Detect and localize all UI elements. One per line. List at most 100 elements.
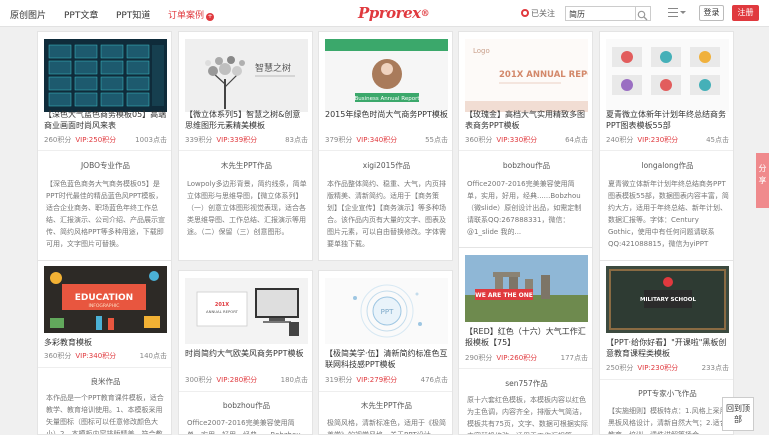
search-button[interactable] [636,6,651,21]
template-card[interactable]: 智慧之树 【微立体系列5】智慧之树&创意思维图形元素精美模板 339积分 VIP:… [178,31,313,261]
template-card[interactable]: WE ARE THE ONE 【RED】红色（十六）大气工作汇报模板【75】 2… [458,247,593,435]
card-meta: 360积分 VIP:340积分 140点击 [44,351,167,361]
card-thumbnail[interactable]: EDUCATION INFOGRAPHIC [44,266,167,333]
new-badge-icon: + [206,13,215,21]
divider [319,150,452,151]
card-author[interactable]: longalong作品 [600,160,733,171]
card-author[interactable]: bobzhou作品 [179,400,312,411]
divider [459,150,592,151]
card-description: 本作品是一个PPT教育课件模板，适合教学、教育培训使用。1、本模板采用矢量图标（… [46,394,164,435]
card-meta: 260积分 VIP:250积分 1003点击 [44,135,167,145]
nav-order-cases[interactable]: 订单案例 + [168,8,215,21]
card-description: 【实施细则】模板特点：1.风格上采用黑板风格设计，清新自然大气；2.适合教育、培… [608,407,727,435]
card-description: 极简风格，清新标准色，适用于《极简美学》的视觉风格，关于PPT设计... [327,419,446,435]
chevron-down-icon[interactable] [680,11,686,14]
card-title[interactable]: 【深色大气蓝色商务模板05】高端商业画面时尚风来表 [44,109,167,132]
card-meta: 319积分 VIP:279积分 476点击 [325,375,448,385]
back-to-top-button[interactable]: 回到顶部 [722,397,754,431]
card-thumbnail[interactable]: PPT [325,278,448,344]
divider [179,150,312,151]
card-price: 240积分 [606,136,634,144]
template-card[interactable]: 201X ANNUAL REPORT 时尚简约大气欧美风商务PPT模板 300积… [178,270,313,435]
card-price: 290积分 [465,354,493,362]
template-card[interactable]: 【深色大气蓝色商务模板05】高端商业画面时尚风来表 260积分 VIP:250积分… [37,31,172,261]
list-menu-icon[interactable] [668,8,678,17]
card-thumbnail[interactable]: Logo 201X ANNUAL REPORT [465,39,588,112]
divider [600,150,733,151]
card-author[interactable]: 木先生PPT作品 [319,400,452,411]
card-thumbnail[interactable]: WE ARE THE ONE [465,255,588,322]
card-click-count: 55点击 [425,136,448,144]
card-description: 本作品整体简约、稳重、大气，内页排版精美、清新简约。适用于【商务策划】【企业宣传… [327,180,446,248]
card-title[interactable]: 时尚简约大气欧美风商务PPT模板 [185,348,308,371]
card-author[interactable]: bobzhou作品 [459,160,592,171]
card-thumbnail[interactable]: Business Annual Report [325,39,448,112]
card-meta: 290积分 VIP:260积分 177点击 [465,353,588,363]
card-title[interactable]: 【玫瑰金】高档大气实用精致多图表商务PPT模板 [465,109,588,132]
divider [459,368,592,369]
card-thumbnail[interactable]: MILITARY SCHOOL [606,266,729,333]
card-title[interactable]: 【PPT·给你好看】"开课啦"黑板创意教育课程类模板 [606,337,729,360]
card-click-count: 1003点击 [135,136,167,144]
card-author[interactable]: sen757作品 [459,378,592,389]
nav-original-images[interactable]: 原创图片 [10,8,46,21]
card-author[interactable]: xigi2015作品 [319,160,452,171]
login-button[interactable]: 登录 [699,5,724,21]
divider [600,379,733,380]
search-input[interactable]: 简历 [565,6,636,21]
share-tab[interactable]: 分享 [756,153,769,208]
card-price: 319积分 [325,376,353,384]
card-author[interactable]: 木先生PPT作品 [179,160,312,171]
card-thumbnail[interactable] [606,39,729,112]
register-button[interactable]: 注册 [732,5,759,21]
svg-text:EDUCATION: EDUCATION [75,293,133,303]
card-thumbnail[interactable] [44,39,167,112]
card-thumbnail[interactable]: 201X ANNUAL REPORT [185,278,308,344]
card-click-count: 140点击 [139,352,167,360]
svg-text:201X: 201X [215,302,229,308]
svg-text:201X ANNUAL REPORT: 201X ANNUAL REPORT [499,70,588,80]
card-thumbnail[interactable]: 智慧之树 [185,39,308,112]
card-author[interactable]: JOBO专业作品 [38,160,171,171]
divider [38,150,171,151]
svg-text:MILITARY SCHOOL: MILITARY SCHOOL [640,297,696,303]
card-click-count: 177点击 [560,354,588,362]
card-title[interactable]: 【RED】红色（十六）大气工作汇报模板【75】 [465,326,588,349]
template-card[interactable]: PPT 【极简美学·伍】清新简约标准色互联网科技感PPT模板 319积分 VIP:… [318,270,453,435]
card-title[interactable]: 【微立体系列5】智慧之树&创意思维图形元素精美模板 [185,109,308,132]
card-price: 360积分 [44,352,72,360]
card-author[interactable]: PPT专家小飞作品 [600,388,733,399]
weibo-icon [521,9,529,17]
card-vip-price: VIP:340积分 [75,352,117,360]
card-title[interactable]: 多彩教育模板 [44,337,167,349]
divider [179,391,312,392]
card-title[interactable]: 2015年绿色时尚大气商务PPT模板 [325,109,448,132]
svg-text:Business Annual Report: Business Annual Report [354,96,420,102]
template-card[interactable]: 夏青微立体新年计划年终总结商务PPT图表模板55部 240积分 VIP:230积分… [599,31,734,261]
site-logo[interactable]: Pprorex® [358,4,430,22]
nav-ppt-articles[interactable]: PPT文章 [64,8,98,21]
card-description: Lowpoly多边形背景，简约线条，简单立体图形与思维导图，【微立体系列】（一）… [187,180,307,236]
card-meta: 250积分 VIP:230积分 233点击 [606,363,729,373]
card-price: 300积分 [185,376,213,384]
svg-text:ANNUAL REPORT: ANNUAL REPORT [206,309,239,314]
card-price: 360积分 [465,136,493,144]
card-vip-price: VIP:339积分 [216,136,258,144]
template-card[interactable]: Business Annual Report 2015年绿色时尚大气商务PPT模… [318,31,453,261]
card-click-count: 233点击 [701,364,729,372]
template-card[interactable]: MILITARY SCHOOL 【PPT·给你好看】"开课啦"黑板创意教育课程类… [599,261,734,435]
card-description: 原十六套红色模板，本模板内容以红色为主色调，内容齐全，排版大气简洁，模板共有75… [467,396,588,434]
registered-mark: ® [420,9,430,19]
svg-text:INFOGRAPHIC: INFOGRAPHIC [89,303,120,309]
template-card[interactable]: EDUCATION INFOGRAPHIC 多彩教育模板 360积分 VIP:34… [37,261,172,435]
card-description: 夏青微立体新年计划年终总结商务PPT图表模板55部，数据图表内容丰富，简约大方，… [608,180,729,248]
nav-ppt-knowledge[interactable]: PPT知道 [116,8,150,21]
weibo-follow[interactable]: 已关注 [521,8,555,19]
weibo-follow-label: 已关注 [531,9,555,18]
card-meta: 379积分 VIP:340积分 55点击 [325,135,448,145]
card-description: Office2007-2016完美兼容使用简单，实用，好用，经典......Bo… [187,419,301,435]
card-title[interactable]: 【极简美学·伍】清新简约标准色互联网科技感PPT模板 [325,348,448,371]
card-author[interactable]: 良米作品 [38,376,171,387]
card-title[interactable]: 夏青微立体新年计划年终总结商务PPT图表模板55部 [606,109,729,132]
template-card[interactable]: Logo 201X ANNUAL REPORT 【玫瑰金】高档大气实用精致多图表… [458,31,593,261]
